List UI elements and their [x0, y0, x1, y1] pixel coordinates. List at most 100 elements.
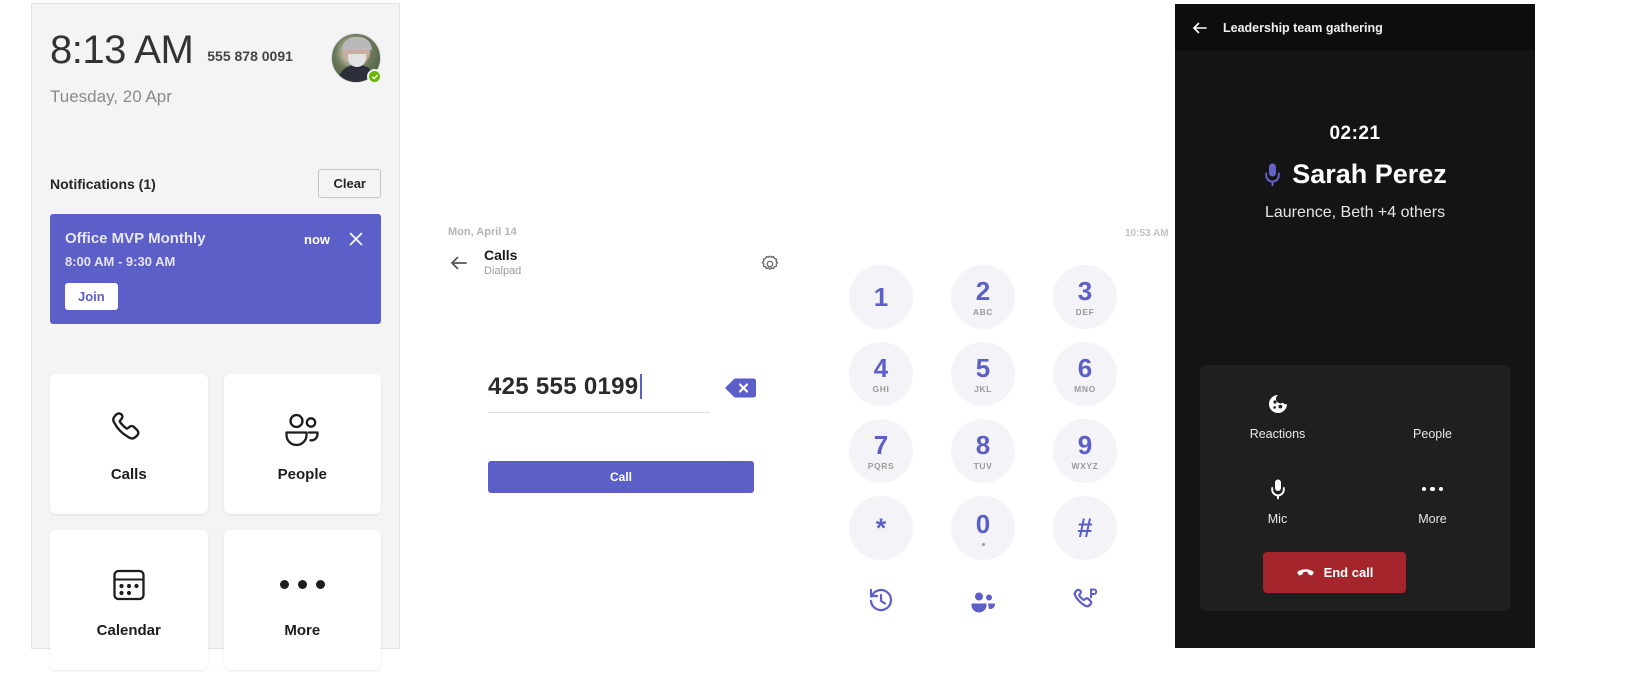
key-number: 1 [873, 282, 889, 312]
mic-icon [1267, 478, 1289, 500]
clock-row: 8:13 AM 555 878 0091 [50, 28, 382, 84]
calendar-icon [106, 562, 152, 608]
call-title: Leadership team gathering [1223, 20, 1383, 35]
notifications-title: Notifications (1) [50, 175, 156, 192]
tile-more[interactable]: More [223, 530, 381, 670]
notification-time-range: 8:00 AM - 9:30 AM [65, 254, 176, 269]
key-letters: GHI [872, 383, 890, 394]
key-1[interactable]: 1 [849, 265, 913, 329]
dialed-number-row: 425 555 0199 [488, 373, 756, 413]
key-number: # [1077, 512, 1093, 543]
avatar-hair [342, 37, 372, 50]
backspace-icon[interactable] [724, 377, 756, 399]
tile-label: Calls [110, 465, 147, 483]
key-3[interactable]: 3 DEF [1053, 265, 1117, 329]
end-call-icon [1296, 563, 1315, 582]
key-number: * [875, 512, 887, 543]
key-8[interactable]: 8 TUV [951, 419, 1015, 483]
key-letters: WXYZ [1071, 460, 1099, 471]
back-arrow-icon[interactable] [1191, 19, 1209, 37]
control-label: Mic [1267, 512, 1288, 526]
notifications-header: Notifications (1) Clear [50, 169, 381, 198]
more-dots-icon [279, 562, 325, 608]
dialpad-date: Mon, April 14 [448, 226, 517, 238]
speaker-name: Sarah Perez [1292, 159, 1447, 189]
clock-time: 8:13 AM [50, 28, 194, 72]
end-call-button[interactable]: End call [1263, 552, 1406, 593]
avatar-beard [348, 54, 366, 67]
key-0[interactable]: 0 [951, 496, 1015, 560]
key-number: 5 [975, 352, 991, 383]
home-panel: 8:13 AM 555 878 0091 Tuesday, 20 Apr Not… [31, 3, 400, 670]
key-number: 4 [873, 352, 889, 383]
call-topbar: Leadership team gathering [1175, 4, 1535, 51]
text-cursor [640, 374, 642, 399]
notification-age: now [304, 232, 330, 247]
key-letters: TUV [973, 460, 993, 471]
clear-notifications-button[interactable]: Clear [318, 169, 381, 198]
back-arrow-icon[interactable] [448, 252, 470, 274]
dialpad-time: 10:53 AM [1125, 228, 1169, 239]
key-star[interactable]: * [849, 496, 913, 560]
control-people[interactable]: People [1355, 393, 1510, 478]
key-6[interactable]: 6 MNO [1053, 342, 1117, 406]
tile-calendar[interactable]: Calendar [50, 530, 208, 670]
dialpad-panel: Mon, April 14 10:53 AM Calls Dialpad 425… [400, 0, 1175, 689]
dialpad-header-text: Calls Dialpad [484, 247, 521, 278]
control-mic[interactable]: Mic [1200, 478, 1355, 563]
control-more[interactable]: More [1355, 478, 1510, 563]
more-dots-icon [1421, 478, 1444, 500]
key-letters: MNO [1074, 383, 1096, 394]
notification-title: Office MVP Monthly [65, 230, 206, 247]
key-7[interactable]: 7 PQRS [849, 419, 913, 483]
mic-icon [1263, 162, 1282, 187]
gear-icon[interactable] [760, 254, 780, 274]
device-phone-number: 555 878 0091 [207, 48, 293, 64]
key-9[interactable]: 9 WXYZ [1053, 419, 1117, 483]
key-number: 8 [975, 429, 991, 460]
dialpad-action-row [830, 585, 1136, 615]
key-letters: PQRS [867, 460, 895, 471]
tile-label: People [277, 465, 327, 483]
key-5[interactable]: 5 JKL [951, 342, 1015, 406]
dialed-number-field[interactable]: 425 555 0199 [488, 373, 710, 413]
tile-people[interactable]: People [223, 374, 381, 514]
key-number: 6 [1077, 352, 1093, 383]
active-speaker: Sarah Perez [1175, 159, 1535, 190]
dialpad-title: Calls [484, 247, 518, 263]
tile-label: Calendar [96, 621, 161, 639]
notification-card[interactable]: Office MVP Monthly now 8:00 AM - 9:30 AM… [50, 214, 381, 324]
key-number: 7 [873, 429, 889, 460]
join-meeting-button[interactable]: Join [65, 283, 118, 310]
control-label: More [1418, 512, 1447, 526]
call-timer: 02:21 [1329, 123, 1381, 144]
dialpad-header: Calls Dialpad [448, 247, 521, 278]
tile-calls[interactable]: Calls [50, 374, 208, 514]
control-reactions[interactable]: Reactions [1200, 393, 1355, 478]
call-controls-card: Reactions People Mic More End call [1200, 365, 1510, 611]
end-call-label: End call [1323, 565, 1374, 580]
tile-label: More [284, 621, 321, 639]
history-icon[interactable] [866, 585, 896, 615]
dialpad-subtitle: Dialpad [484, 264, 522, 277]
key-number: 0 [975, 508, 991, 539]
key-4[interactable]: 4 GHI [849, 342, 913, 406]
key-number: 3 [1077, 275, 1093, 306]
close-icon[interactable] [346, 229, 366, 249]
key-letters: DEF [1075, 306, 1095, 317]
dialpad-keys: 1 2 ABC 3 DEF 4 GHI 5 JKL 6 MNO 7 PQRS 8… [830, 265, 1136, 573]
key-hash[interactable]: # [1053, 496, 1117, 560]
contacts-icon[interactable] [968, 585, 998, 615]
call-participants: Laurence, Beth +4 others [1264, 204, 1446, 221]
key-2[interactable]: 2 ABC [951, 265, 1015, 329]
key-letters: ABC [972, 306, 994, 317]
call-button[interactable]: Call [488, 461, 754, 493]
screenshot-canvas: 8:13 AM 555 878 0091 Tuesday, 20 Apr Not… [0, 0, 1639, 689]
presence-available-icon [367, 69, 382, 84]
quick-action-tiles: Calls People Calendar More [50, 374, 381, 670]
dialed-number-value: 425 555 0199 [488, 373, 639, 400]
phone-icon [106, 406, 152, 452]
avatar[interactable] [331, 33, 382, 84]
parked-call-icon[interactable] [1070, 585, 1100, 615]
control-label: People [1413, 427, 1452, 441]
